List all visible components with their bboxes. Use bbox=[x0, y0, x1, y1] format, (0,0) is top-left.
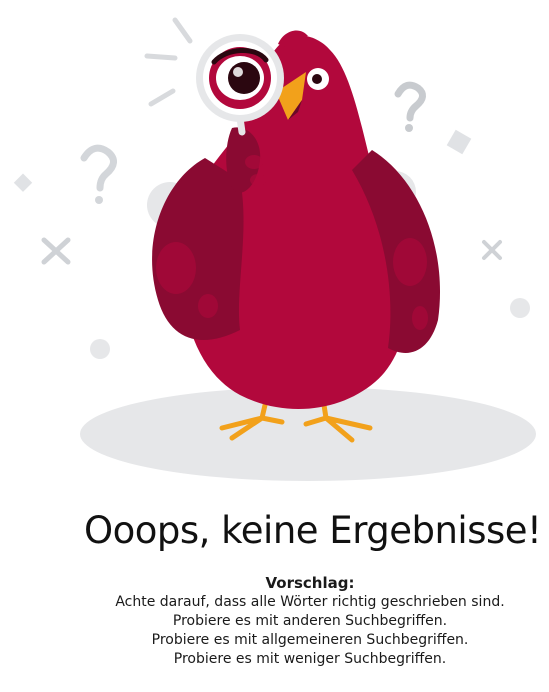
no-results-illustration bbox=[0, 0, 549, 495]
suggestion-heading: Vorschlag: bbox=[265, 574, 355, 592]
suggestion-tip: Probiere es mit weniger Suchbegriffen. bbox=[173, 651, 447, 667]
suggestion-block: Vorschlag: Achte darauf, dass alle Wörte… bbox=[0, 574, 549, 669]
decor-cross-icon bbox=[41, 237, 71, 265]
suggestion-tip: Achte darauf, dass alle Wörter richtig g… bbox=[115, 594, 505, 610]
suggestion-tip: Probiere es mit anderen Suchbegriffen. bbox=[172, 613, 448, 629]
decor-dot bbox=[95, 196, 103, 204]
page-title: Ooops, keine Ergebnisse! bbox=[84, 509, 542, 552]
decor-diamond-icon bbox=[446, 129, 472, 155]
decor-cross-icon bbox=[482, 240, 502, 260]
decor-question-mark-icon bbox=[80, 144, 117, 192]
motion-lines bbox=[144, 17, 193, 107]
decor-question-mark-icon bbox=[394, 81, 426, 122]
suggestion-tip: Probiere es mit allgemeineren Suchbegrif… bbox=[151, 632, 469, 648]
decor-diamond-icon bbox=[13, 173, 33, 192]
decor-circle bbox=[90, 339, 110, 359]
decor-dot bbox=[405, 124, 413, 132]
decor-circle bbox=[510, 298, 530, 318]
